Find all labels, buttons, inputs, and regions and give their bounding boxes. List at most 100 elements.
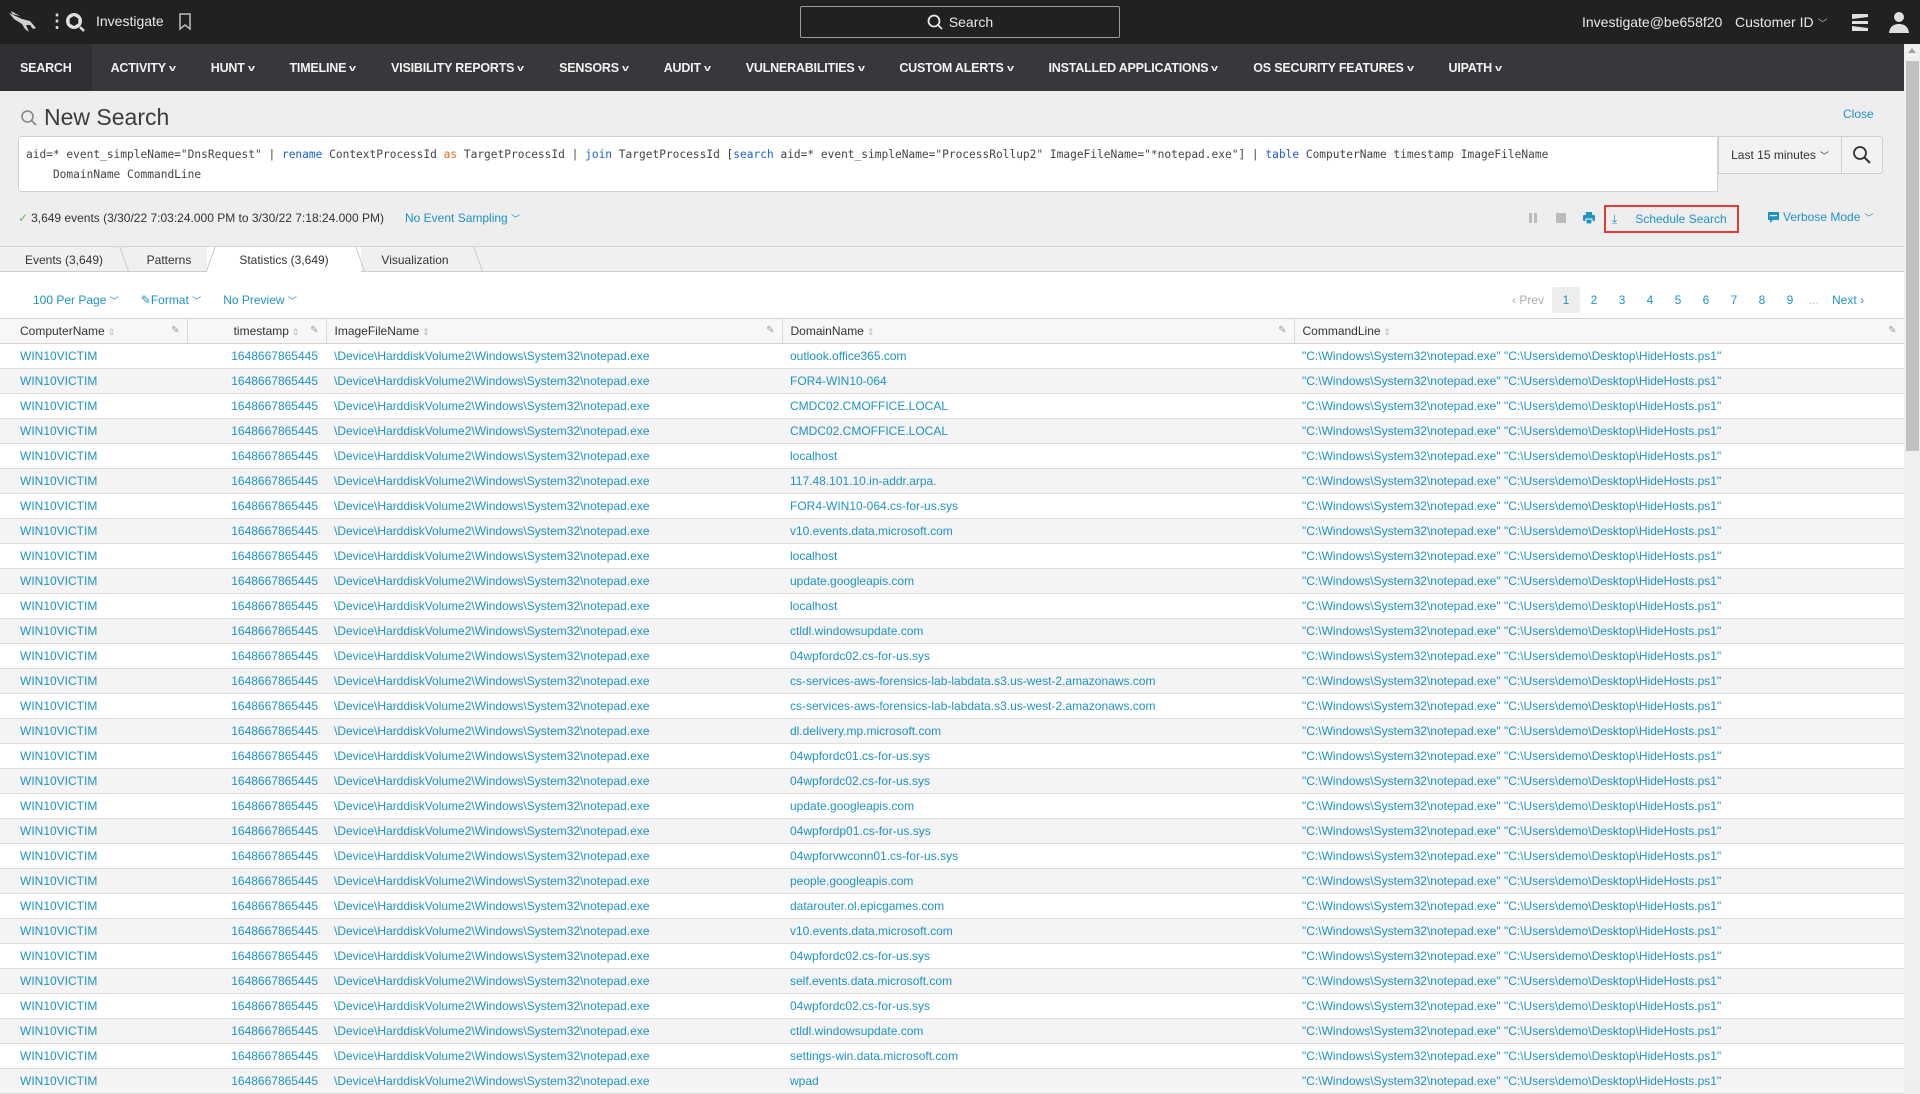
- command-line-cell[interactable]: "C:\Windows\System32\notepad.exe" "C:\Us…: [1294, 668, 1904, 694]
- nav-item-uipath[interactable]: UIPATH v: [1430, 44, 1518, 91]
- image-file-name-cell[interactable]: \Device\HarddiskVolume2\Windows\System32…: [326, 793, 782, 819]
- domain-name-cell[interactable]: dl.delivery.mp.microsoft.com: [782, 718, 1294, 744]
- computer-name-cell[interactable]: WIN10VICTIM: [0, 943, 187, 969]
- nav-item-audit[interactable]: AUDIT v: [645, 44, 727, 91]
- timestamp-cell[interactable]: 1648667865445: [187, 343, 326, 369]
- page-7-button[interactable]: 7: [1720, 287, 1748, 313]
- domain-name-cell[interactable]: localhost: [782, 593, 1294, 619]
- computer-name-cell[interactable]: WIN10VICTIM: [0, 693, 187, 719]
- global-search-box[interactable]: Search: [800, 6, 1120, 38]
- computer-name-cell[interactable]: WIN10VICTIM: [0, 918, 187, 944]
- computer-name-cell[interactable]: WIN10VICTIM: [0, 993, 187, 1019]
- format-dropdown[interactable]: ✎Format ﹀: [141, 293, 201, 307]
- tab-visualization[interactable]: Visualization: [361, 247, 469, 272]
- image-file-name-cell[interactable]: \Device\HarddiskVolume2\Windows\System32…: [326, 518, 782, 544]
- nav-item-os-security-features[interactable]: OS SECURITY FEATURES v: [1234, 44, 1429, 91]
- command-line-cell[interactable]: "C:\Windows\System32\notepad.exe" "C:\Us…: [1294, 1068, 1904, 1094]
- column-header-imagefilename[interactable]: ImageFileName ⇕ ✎: [326, 318, 783, 344]
- bookmark-icon[interactable]: [178, 13, 192, 31]
- domain-name-cell[interactable]: FOR4-WIN10-064: [782, 368, 1294, 394]
- computer-name-cell[interactable]: WIN10VICTIM: [0, 768, 187, 794]
- image-file-name-cell[interactable]: \Device\HarddiskVolume2\Windows\System32…: [326, 568, 782, 594]
- image-file-name-cell[interactable]: \Device\HarddiskVolume2\Windows\System32…: [326, 343, 782, 369]
- computer-name-cell[interactable]: WIN10VICTIM: [0, 893, 187, 919]
- domain-name-cell[interactable]: 117.48.101.10.in-addr.arpa.: [782, 468, 1294, 494]
- computer-name-cell[interactable]: WIN10VICTIM: [0, 343, 187, 369]
- domain-name-cell[interactable]: 04wpforvwconn01.cs-for-us.sys: [782, 843, 1294, 869]
- image-file-name-cell[interactable]: \Device\HarddiskVolume2\Windows\System32…: [326, 493, 782, 519]
- command-line-cell[interactable]: "C:\Windows\System32\notepad.exe" "C:\Us…: [1294, 368, 1904, 394]
- falcon-logo-icon[interactable]: [8, 10, 38, 34]
- domain-name-cell[interactable]: localhost: [782, 443, 1294, 469]
- command-line-cell[interactable]: "C:\Windows\System32\notepad.exe" "C:\Us…: [1294, 1043, 1904, 1069]
- column-header-domainname[interactable]: DomainName ⇕ ✎: [782, 318, 1295, 344]
- nav-item-visibility-reports[interactable]: VISIBILITY REPORTS v: [372, 44, 540, 91]
- computer-name-cell[interactable]: WIN10VICTIM: [0, 793, 187, 819]
- nav-item-timeline[interactable]: TIMELINE v: [271, 44, 373, 91]
- computer-name-cell[interactable]: WIN10VICTIM: [0, 868, 187, 894]
- event-sampling-dropdown[interactable]: No Event Sampling ﹀: [405, 211, 520, 225]
- command-line-cell[interactable]: "C:\Windows\System32\notepad.exe" "C:\Us…: [1294, 493, 1904, 519]
- image-file-name-cell[interactable]: \Device\HarddiskVolume2\Windows\System32…: [326, 693, 782, 719]
- image-file-name-cell[interactable]: \Device\HarddiskVolume2\Windows\System32…: [326, 593, 782, 619]
- computer-name-cell[interactable]: WIN10VICTIM: [0, 593, 187, 619]
- computer-name-cell[interactable]: WIN10VICTIM: [0, 443, 187, 469]
- command-line-cell[interactable]: "C:\Windows\System32\notepad.exe" "C:\Us…: [1294, 418, 1904, 444]
- support-menu-icon[interactable]: [1849, 11, 1871, 33]
- edit-column-icon[interactable]: ✎: [310, 325, 318, 336]
- scrollbar-thumb[interactable]: [1906, 61, 1919, 451]
- domain-name-cell[interactable]: CMDC02.CMOFFICE.LOCAL: [782, 418, 1294, 444]
- command-line-cell[interactable]: "C:\Windows\System32\notepad.exe" "C:\Us…: [1294, 693, 1904, 719]
- page-4-button[interactable]: 4: [1636, 287, 1664, 313]
- computer-name-cell[interactable]: WIN10VICTIM: [0, 493, 187, 519]
- domain-name-cell[interactable]: ctldl.windowsupdate.com: [782, 618, 1294, 644]
- domain-name-cell[interactable]: ctldl.windowsupdate.com: [782, 1018, 1294, 1044]
- tab-patterns[interactable]: Patterns: [128, 247, 210, 272]
- command-line-cell[interactable]: "C:\Windows\System32\notepad.exe" "C:\Us…: [1294, 968, 1904, 994]
- command-line-cell[interactable]: "C:\Windows\System32\notepad.exe" "C:\Us…: [1294, 443, 1904, 469]
- computer-name-cell[interactable]: WIN10VICTIM: [0, 843, 187, 869]
- domain-name-cell[interactable]: FOR4-WIN10-064.cs-for-us.sys: [782, 493, 1294, 519]
- computer-name-cell[interactable]: WIN10VICTIM: [0, 818, 187, 844]
- computer-name-cell[interactable]: WIN10VICTIM: [0, 368, 187, 394]
- domain-name-cell[interactable]: update.googleapis.com: [782, 793, 1294, 819]
- command-line-cell[interactable]: "C:\Windows\System32\notepad.exe" "C:\Us…: [1294, 718, 1904, 744]
- timestamp-cell[interactable]: 1648667865445: [187, 743, 326, 769]
- computer-name-cell[interactable]: WIN10VICTIM: [0, 1068, 187, 1094]
- image-file-name-cell[interactable]: \Device\HarddiskVolume2\Windows\System32…: [326, 918, 782, 944]
- computer-name-cell[interactable]: WIN10VICTIM: [0, 568, 187, 594]
- image-file-name-cell[interactable]: \Device\HarddiskVolume2\Windows\System32…: [326, 1043, 782, 1069]
- computer-name-cell[interactable]: WIN10VICTIM: [0, 718, 187, 744]
- command-line-cell[interactable]: "C:\Windows\System32\notepad.exe" "C:\Us…: [1294, 468, 1904, 494]
- computer-name-cell[interactable]: WIN10VICTIM: [0, 418, 187, 444]
- command-line-cell[interactable]: "C:\Windows\System32\notepad.exe" "C:\Us…: [1294, 643, 1904, 669]
- command-line-cell[interactable]: "C:\Windows\System32\notepad.exe" "C:\Us…: [1294, 918, 1904, 944]
- timestamp-cell[interactable]: 1648667865445: [187, 868, 326, 894]
- domain-name-cell[interactable]: 04wpfordc02.cs-for-us.sys: [782, 943, 1294, 969]
- timestamp-cell[interactable]: 1648667865445: [187, 443, 326, 469]
- scroll-up-arrow-icon[interactable]: [1908, 48, 1916, 53]
- timestamp-cell[interactable]: 1648667865445: [187, 368, 326, 394]
- timestamp-cell[interactable]: 1648667865445: [187, 993, 326, 1019]
- search-query-input[interactable]: aid=* event_simpleName="DnsRequest" | re…: [18, 136, 1718, 192]
- command-line-cell[interactable]: "C:\Windows\System32\notepad.exe" "C:\Us…: [1294, 943, 1904, 969]
- nav-item-installed-applications[interactable]: INSTALLED APPLICATIONS v: [1030, 44, 1235, 91]
- domain-name-cell[interactable]: wpad: [782, 1068, 1294, 1094]
- page-3-button[interactable]: 3: [1608, 287, 1636, 313]
- user-profile-icon[interactable]: [1888, 10, 1910, 34]
- customer-id-dropdown[interactable]: Customer ID ﹀: [1735, 14, 1828, 30]
- nav-item-custom-alerts[interactable]: CUSTOM ALERTS v: [880, 44, 1029, 91]
- stop-icon[interactable]: [1556, 213, 1566, 223]
- timestamp-cell[interactable]: 1648667865445: [187, 1018, 326, 1044]
- command-line-cell[interactable]: "C:\Windows\System32\notepad.exe" "C:\Us…: [1294, 868, 1904, 894]
- page-6-button[interactable]: 6: [1692, 287, 1720, 313]
- page-9-button[interactable]: 9: [1776, 287, 1804, 313]
- computer-name-cell[interactable]: WIN10VICTIM: [0, 643, 187, 669]
- domain-name-cell[interactable]: 04wpfordc02.cs-for-us.sys: [782, 643, 1294, 669]
- timestamp-cell[interactable]: 1648667865445: [187, 918, 326, 944]
- domain-name-cell[interactable]: 04wpfordp01.cs-for-us.sys: [782, 818, 1294, 844]
- command-line-cell[interactable]: "C:\Windows\System32\notepad.exe" "C:\Us…: [1294, 393, 1904, 419]
- column-header-timestamp[interactable]: timestamp ⇕ ✎: [187, 318, 327, 344]
- column-header-commandline[interactable]: CommandLine ⇕ ✎: [1294, 318, 1905, 344]
- image-file-name-cell[interactable]: \Device\HarddiskVolume2\Windows\System32…: [326, 393, 782, 419]
